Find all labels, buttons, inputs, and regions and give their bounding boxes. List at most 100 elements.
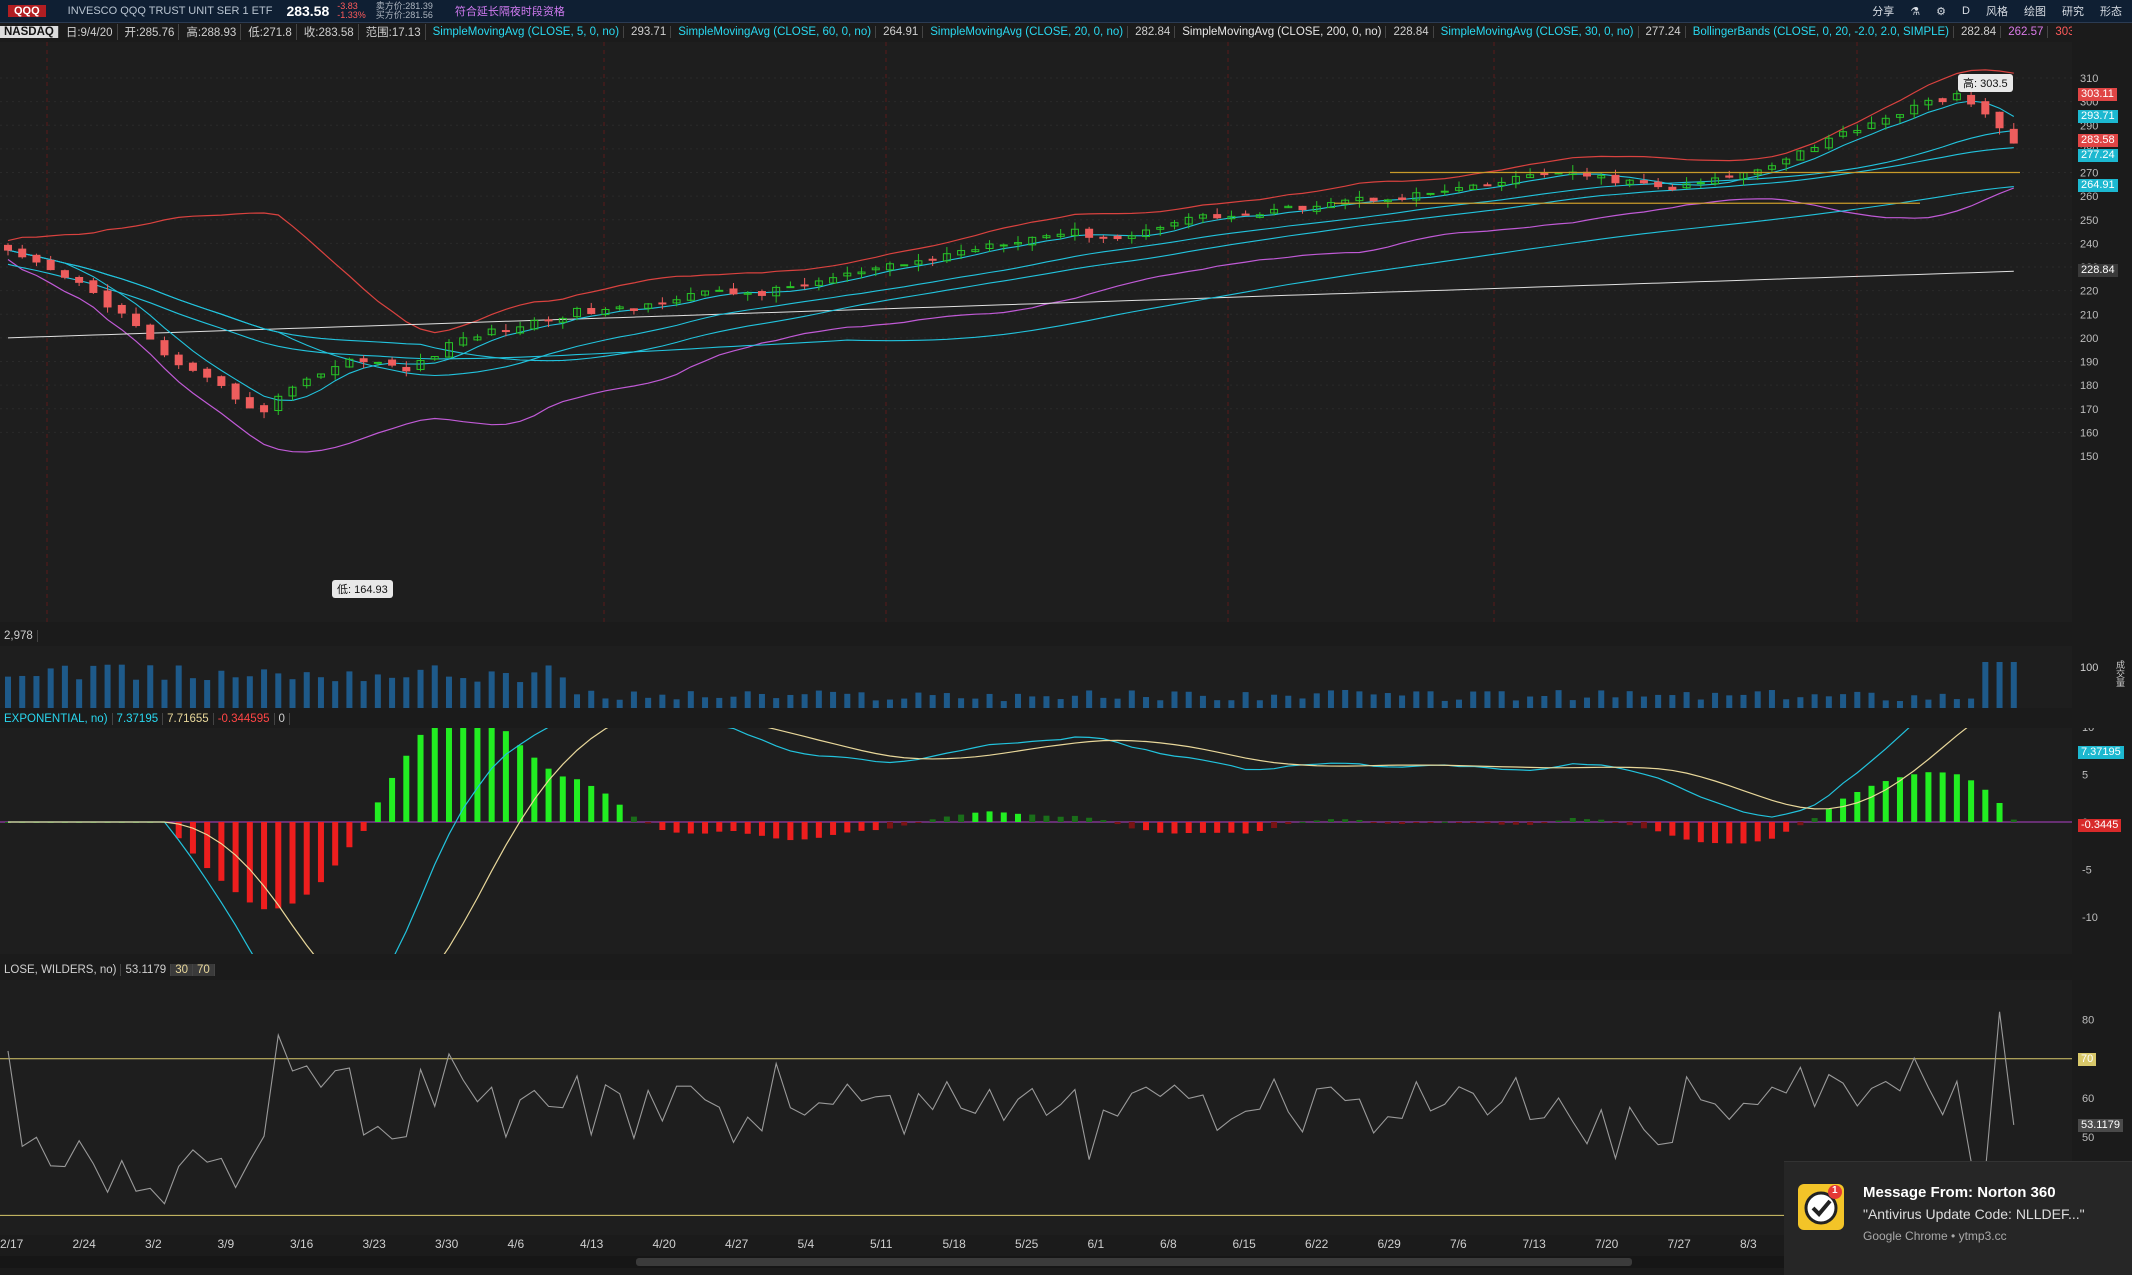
volume-bar [1299, 698, 1306, 708]
research-button[interactable]: 研究 [2062, 3, 2084, 19]
volume-bar [943, 693, 950, 708]
rsi-pane[interactable] [0, 980, 2072, 1235]
date-tick-label: 7/6 [1450, 1237, 1467, 1251]
sma30-label[interactable]: SimpleMovingAvg (CLOSE, 30, 0, no) [1437, 26, 1639, 38]
volume-tick: 100 [2080, 662, 2099, 674]
macd-histogram-bar [1541, 822, 1548, 824]
macd-header: EXPONENTIAL, no) 7.37195 7.71655 -0.3445… [0, 711, 290, 727]
patterns-button[interactable]: 形态 [2100, 3, 2122, 19]
volume-bar [1697, 699, 1704, 708]
macd-histogram-bar [1968, 780, 1975, 822]
candle-body [388, 359, 397, 366]
macd-histogram-bar [1399, 822, 1406, 825]
horizontal-scrollbar[interactable] [0, 1256, 2072, 1268]
volume-bar [687, 691, 694, 708]
volume-bar [1242, 692, 1249, 708]
norton-notification[interactable]: 1 Message From: Norton 360 "Antivirus Up… [1784, 1161, 2132, 1275]
macd-histogram-bar [1512, 822, 1519, 825]
scrollbar-thumb[interactable] [636, 1258, 1632, 1266]
volume-bar [1768, 690, 1775, 708]
symbol-badge[interactable]: QQQ [8, 5, 46, 17]
macd-histogram-bar [1626, 822, 1633, 826]
candle-body [32, 254, 41, 263]
macd-histogram-bar [1015, 813, 1021, 822]
macd-histogram-bar [1057, 816, 1064, 822]
candle-body [544, 319, 553, 322]
volume-bar [374, 674, 381, 708]
macd-label[interactable]: EXPONENTIAL, no) [0, 713, 113, 725]
candle-body [75, 276, 84, 283]
date-tick-label: 4/27 [725, 1237, 749, 1251]
bollinger-label[interactable]: BollingerBands (CLOSE, 0, 20, -2.0, 2.0,… [1689, 26, 1955, 38]
macd-histogram-bar [218, 822, 225, 881]
rsi-overbought: 70 [193, 964, 215, 976]
candle-body [1241, 213, 1250, 216]
macd-histogram-bar [901, 822, 908, 826]
candle-body [2009, 128, 2018, 144]
macd-histogram-bar [261, 822, 268, 910]
volume-bar [1541, 695, 1548, 708]
high-callout: 高: 303.5 [1958, 74, 2013, 92]
macd-histogram-bar [1242, 822, 1249, 834]
price-chart-pane[interactable] [0, 42, 2072, 622]
macd-axis: 1050-5-10 [2074, 722, 2132, 954]
gear-icon[interactable]: ⚙ [1936, 5, 1946, 18]
last-price: 283.58 [286, 3, 330, 19]
price-tag: 303.11 [2078, 88, 2117, 102]
candle-body [260, 405, 269, 413]
volume-bar [986, 693, 993, 708]
volume-bar [1854, 691, 1861, 708]
sma60-label[interactable]: SimpleMovingAvg (CLOSE, 60, 0, no) [674, 26, 877, 38]
macd-histogram-bar [1000, 812, 1007, 822]
rsi-label[interactable]: LOSE, WILDERS, no) [0, 964, 122, 976]
volume-bar [118, 664, 125, 708]
macd-histogram-bar [1157, 822, 1164, 833]
sma20-value: 282.84 [1131, 26, 1176, 38]
price-axis[interactable]: 3103002902802702602502402302202102001901… [2074, 42, 2132, 622]
period-selector[interactable]: D [1962, 5, 1970, 17]
exchange-label: NASDAQ [0, 26, 59, 38]
volume-bar [1086, 690, 1093, 708]
candle-body [89, 280, 98, 293]
sma200-label[interactable]: SimpleMovingAvg (CLOSE, 200, 0, no) [1178, 26, 1387, 38]
price-chart[interactable] [0, 42, 2072, 622]
volume-pane[interactable] [0, 646, 2072, 708]
volume-bar [929, 695, 936, 708]
macd-axis-ticks: 1050-5-10 [2082, 722, 2098, 924]
volume-bar [5, 676, 11, 708]
macd-histogram-bar [1470, 822, 1477, 823]
date-tick-label: 6/8 [1160, 1237, 1177, 1251]
volume-bar [104, 664, 111, 708]
bollinger-upper-line [7, 69, 2014, 334]
macd-histogram-bar [1939, 772, 1946, 822]
volume-bar [19, 675, 26, 708]
candle-body [46, 259, 55, 271]
volume-bar [574, 694, 581, 708]
bollinger-lower: 262.57 [2004, 26, 2049, 38]
share-button[interactable]: 分享 [1872, 3, 1894, 19]
macd-histogram-bar [943, 816, 950, 822]
volume-bar [1512, 700, 1519, 708]
volume-bar [972, 698, 979, 708]
candle-body [1639, 180, 1648, 184]
sma5-label[interactable]: SimpleMovingAvg (CLOSE, 5, 0, no) [429, 26, 625, 38]
macd-pane[interactable] [0, 681, 2072, 1025]
price-axis-ticks: 3103002902802702602502402302202102001901… [2080, 73, 2098, 463]
style-button[interactable]: 风格 [1986, 3, 2008, 19]
macd-histogram-bar [1356, 819, 1363, 822]
volume-bar [189, 678, 196, 708]
date-tick-label: 3/2 [145, 1237, 162, 1251]
candle-body [1938, 98, 1947, 103]
volume-bar [1598, 690, 1605, 708]
drawing-button[interactable]: 绘图 [2024, 3, 2046, 19]
macd-histogram-bar [502, 731, 509, 822]
macd-histogram-bar [702, 822, 709, 834]
rsi-tick-label: 50 [2082, 1132, 2094, 1144]
macd-histogram-bar [246, 822, 253, 903]
macd-histogram-bar [616, 804, 623, 822]
sma20-label[interactable]: SimpleMovingAvg (CLOSE, 20, 0, no) [926, 26, 1129, 38]
candle-body [1967, 94, 1976, 105]
rsi-line [7, 1011, 2015, 1205]
flask-icon[interactable]: ⚗ [1910, 5, 1920, 18]
volume-bar [1612, 697, 1619, 708]
